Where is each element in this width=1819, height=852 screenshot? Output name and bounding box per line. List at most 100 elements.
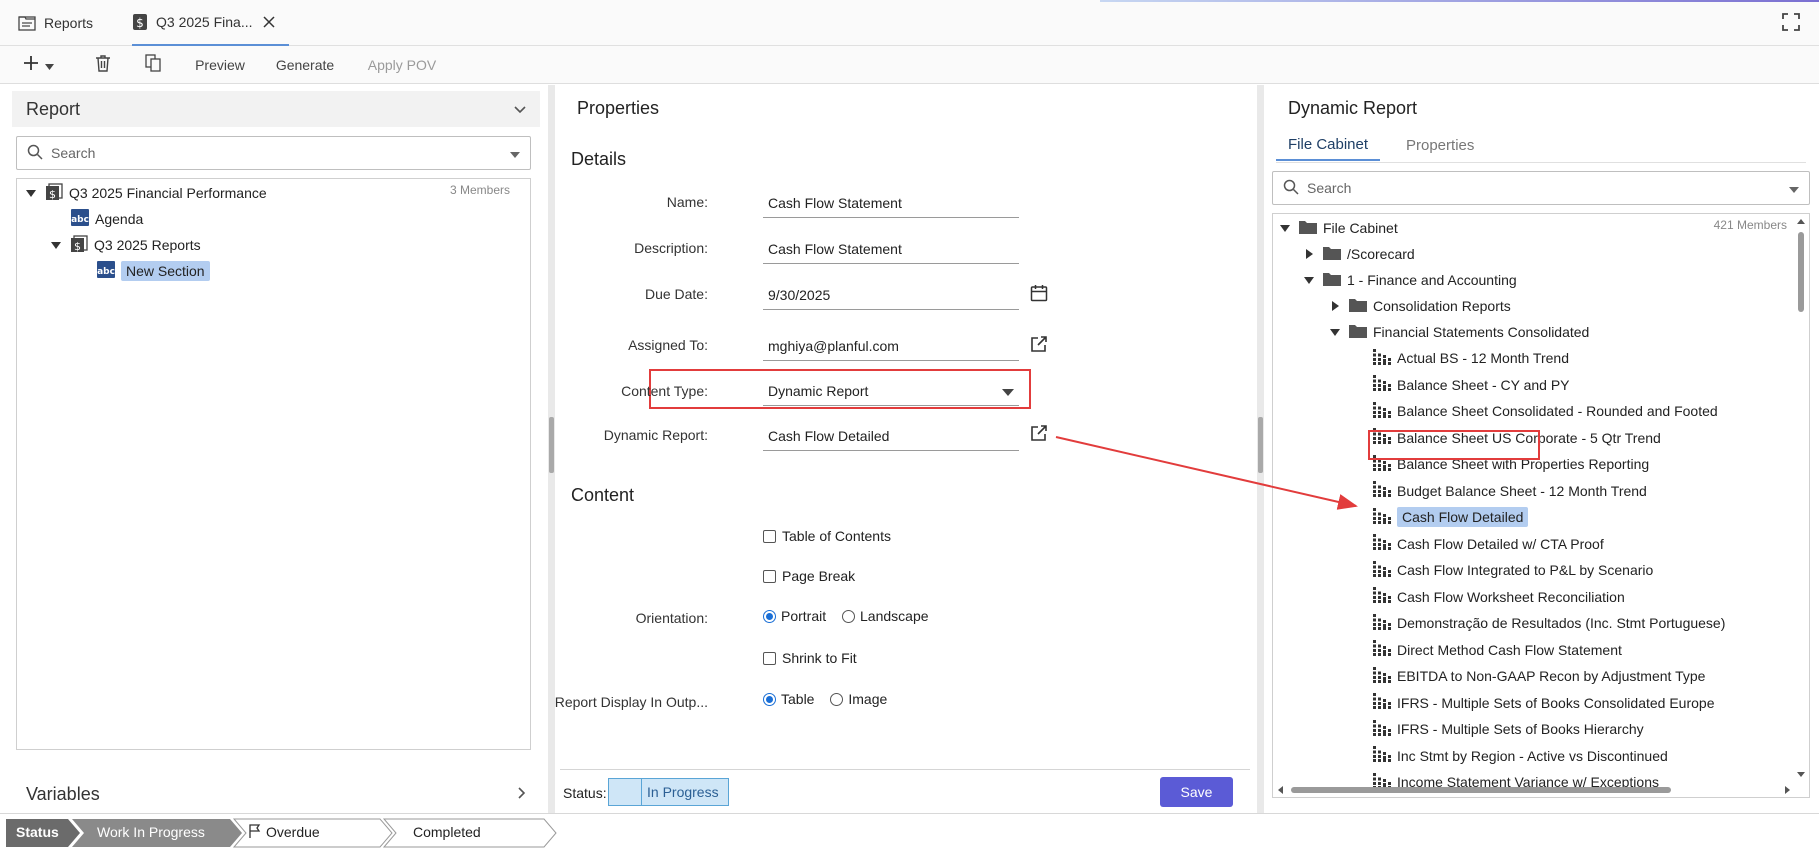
tree-item-finance[interactable]: 1 - Finance and Accounting	[1301, 268, 1517, 292]
dynamic-report-icon	[1373, 613, 1391, 633]
report-item[interactable]: Inc Stmt by Region - Active vs Discontin…	[1373, 744, 1668, 768]
vertical-scrollbar[interactable]	[1795, 216, 1807, 782]
radio-button[interactable]	[842, 609, 856, 623]
external-link-icon[interactable]	[1028, 333, 1050, 355]
tab-properties[interactable]: Properties	[1394, 129, 1486, 161]
checkbox-box[interactable]	[763, 529, 776, 543]
caret-right-icon[interactable]	[1327, 298, 1343, 314]
dynamic-report-icon	[1373, 666, 1391, 686]
shrink-to-fit-label: Shrink to Fit	[782, 650, 857, 666]
report-item[interactable]: Cash Flow Worksheet Reconciliation	[1373, 585, 1625, 609]
table-of-contents-checkbox[interactable]: Table of Contents	[763, 528, 891, 544]
tab-q3-report[interactable]: $ Q3 2025 Fina...	[132, 0, 289, 46]
report-item[interactable]: Direct Method Cash Flow Statement	[1373, 638, 1622, 662]
caret-down-icon[interactable]	[23, 185, 39, 201]
status-heading: Status	[16, 824, 59, 840]
save-button[interactable]: Save	[1160, 777, 1233, 807]
caret-down-icon[interactable]	[1277, 220, 1293, 236]
generate-button[interactable]: Generate	[272, 50, 338, 80]
chevron-right-icon[interactable]	[518, 786, 526, 802]
report-item[interactable]: Balance Sheet Consolidated - Rounded and…	[1373, 399, 1718, 423]
dynamic-report-label: Dynamic Report:	[603, 427, 708, 443]
description-field[interactable]: Cash Flow Statement	[763, 234, 1019, 264]
assigned-to-field[interactable]: mghiya@planful.com	[763, 331, 1019, 361]
status-value-box[interactable]: In Progress	[608, 778, 729, 806]
report-item[interactable]: Balance Sheet - CY and PY	[1373, 373, 1570, 397]
report-item[interactable]: Cash Flow Detailed w/ CTA Proof	[1373, 532, 1604, 556]
calendar-icon[interactable]	[1028, 282, 1050, 304]
shrink-to-fit-checkbox[interactable]: Shrink to Fit	[763, 650, 857, 666]
report-item[interactable]: Cash Flow Integrated to P&L by Scenario	[1373, 558, 1653, 582]
chevron-down-icon[interactable]	[510, 145, 520, 161]
page-break-checkbox[interactable]: Page Break	[763, 568, 855, 584]
caret-right-icon[interactable]	[1301, 246, 1317, 262]
tree-item-q3-reports[interactable]: $ Q3 2025 Reports	[48, 233, 201, 257]
tree-item-fsc[interactable]: Financial Statements Consolidated	[1327, 320, 1589, 344]
report-item[interactable]: EBITDA to Non-GAAP Recon by Adjustment T…	[1373, 664, 1705, 688]
description-label: Description:	[634, 240, 708, 256]
close-icon[interactable]	[261, 14, 277, 30]
fullscreen-icon[interactable]	[1781, 12, 1803, 34]
chevron-down-icon[interactable]	[1002, 383, 1014, 399]
status-swatch	[609, 779, 642, 805]
copy-button[interactable]	[140, 50, 166, 80]
search-icon	[1283, 179, 1299, 198]
tab-file-cabinet[interactable]: File Cabinet	[1276, 129, 1381, 161]
tabs-divider	[1276, 162, 1806, 163]
tab-reports[interactable]: Reports	[18, 0, 93, 46]
checkbox-box[interactable]	[763, 651, 776, 665]
chevron-down-icon[interactable]	[514, 101, 526, 117]
report-item[interactable]: Actual BS - 12 Month Trend	[1373, 346, 1569, 370]
tree-item-agenda[interactable]: abc Agenda	[71, 207, 143, 231]
report-search[interactable]	[16, 136, 531, 170]
tree-item-file-cabinet[interactable]: File Cabinet	[1277, 216, 1398, 240]
chevron-down-icon[interactable]	[1789, 180, 1799, 196]
file-cabinet-search-input[interactable]	[1307, 180, 1781, 196]
radio-button[interactable]	[830, 692, 844, 706]
delete-button[interactable]	[90, 50, 116, 80]
search-icon	[27, 144, 43, 163]
preview-button[interactable]: Preview	[190, 50, 250, 80]
report-item[interactable]: IFRS - Multiple Sets of Books Hierarchy	[1373, 717, 1644, 741]
name-field[interactable]: Cash Flow Statement	[763, 188, 1019, 218]
image-radio[interactable]: Image	[830, 691, 887, 707]
add-menu-button[interactable]	[18, 50, 58, 80]
radio-button[interactable]	[763, 609, 776, 623]
tree-item-consolidation[interactable]: Consolidation Reports	[1327, 294, 1511, 318]
horizontal-scrollbar[interactable]	[1275, 783, 1793, 795]
radio-button[interactable]	[763, 692, 776, 706]
caret-down-icon[interactable]	[48, 237, 64, 253]
flag-icon	[249, 823, 261, 841]
overdue-step[interactable]: Overdue	[249, 818, 320, 846]
tree-item-scorecard[interactable]: /Scorecard	[1301, 242, 1415, 266]
report-item[interactable]: Demonstração de Resultados (Inc. Stmt Po…	[1373, 611, 1725, 635]
portrait-radio[interactable]: Portrait	[763, 608, 826, 624]
due-date-field[interactable]: 9/30/2025	[763, 280, 1019, 310]
caret-down-icon[interactable]	[1327, 324, 1343, 340]
variables-header[interactable]: Variables	[12, 779, 540, 809]
tree-item-new-section[interactable]: abc New Section	[97, 259, 210, 283]
work-in-progress-step[interactable]: Work In Progress	[97, 818, 205, 846]
table-radio[interactable]: Table	[763, 691, 814, 707]
report-item[interactable]: Budget Balance Sheet - 12 Month Trend	[1373, 479, 1647, 503]
report-search-input[interactable]	[51, 145, 502, 161]
checkbox-box[interactable]	[763, 569, 776, 583]
splitter-grip[interactable]	[549, 417, 554, 473]
right-splitter[interactable]	[1257, 85, 1264, 813]
file-cabinet-search[interactable]	[1272, 171, 1810, 205]
content-type-select[interactable]: Dynamic Report	[763, 376, 1019, 406]
tree-label-new-section: New Section	[121, 261, 210, 281]
landscape-radio[interactable]: Landscape	[842, 608, 929, 624]
tree-label-scorecard: /Scorecard	[1347, 246, 1415, 262]
report-header[interactable]: Report	[12, 91, 540, 127]
tree-item-root[interactable]: $ Q3 2025 Financial Performance	[23, 181, 267, 205]
dynamic-report-field[interactable]: Cash Flow Detailed	[763, 421, 1019, 451]
caret-down-icon[interactable]	[1301, 272, 1317, 288]
external-link-icon[interactable]	[1028, 422, 1050, 444]
completed-step[interactable]: Completed	[413, 818, 481, 846]
report-item[interactable]: IFRS - Multiple Sets of Books Consolidat…	[1373, 691, 1715, 715]
splitter-grip[interactable]	[1258, 417, 1263, 473]
file-cabinet-tree: 421 Members File Cabinet /Scorecard 1 - …	[1272, 213, 1810, 798]
report-item[interactable]: Cash Flow Detailed	[1373, 505, 1529, 529]
footer-divider	[560, 769, 1250, 770]
